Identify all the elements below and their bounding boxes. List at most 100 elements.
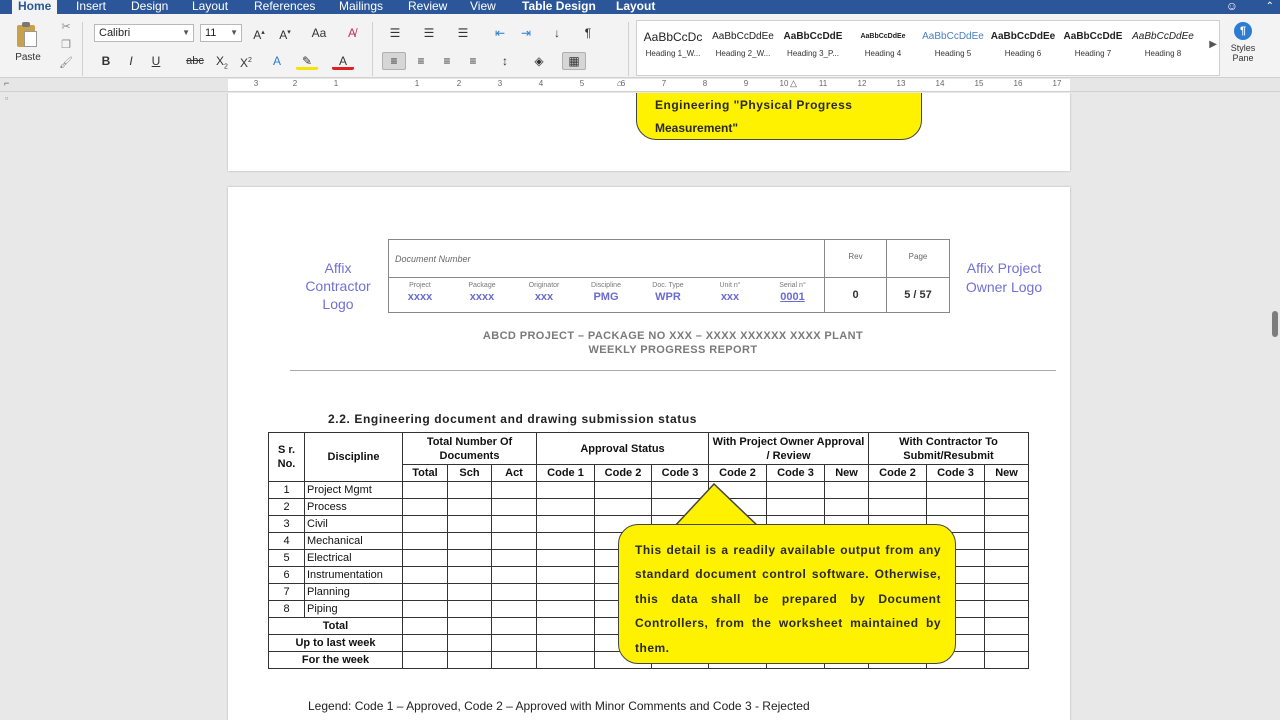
vertical-scrollbar-thumb[interactable] bbox=[1272, 311, 1278, 337]
tab-table-layout[interactable]: Layout bbox=[610, 0, 661, 14]
tab-references[interactable]: References bbox=[248, 0, 321, 14]
increase-indent-icon[interactable]: ⇥ bbox=[516, 24, 536, 42]
report-title-line: ABCD PROJECT – PACKAGE NO XXX – XXXX XXX… bbox=[482, 330, 864, 342]
tab-view[interactable]: View bbox=[464, 0, 502, 14]
numbering-icon[interactable]: ☰ bbox=[418, 24, 440, 42]
callout-document-control[interactable]: This detail is a readily available outpu… bbox=[618, 524, 956, 664]
multilevel-list-icon[interactable]: ☰ bbox=[452, 24, 474, 42]
right-indent-marker-icon[interactable]: △ bbox=[790, 78, 797, 89]
style-name: Heading 4 bbox=[864, 49, 902, 58]
style-heading-1[interactable]: AaBbCcDc Heading 1_W... bbox=[639, 25, 707, 71]
subheader-cell: Code 2 bbox=[868, 464, 927, 482]
callout-physical-progress[interactable]: Engineering "Physical Progress Measureme… bbox=[636, 93, 922, 140]
contractor-logo-placeholder: Affix Contractor Logo bbox=[305, 260, 371, 312]
row-discipline: Process bbox=[304, 498, 403, 516]
change-case-button[interactable]: Aa bbox=[306, 24, 332, 42]
align-left-button[interactable]: ≡ bbox=[382, 52, 406, 70]
ruler-number: 15 bbox=[974, 79, 984, 88]
superscript-button[interactable]: X2 bbox=[236, 52, 256, 70]
ribbon-collapse-caret-icon[interactable]: ⌃ bbox=[1266, 0, 1274, 13]
tab-design[interactable]: Design bbox=[125, 0, 174, 14]
grow-font-button[interactable]: A▴ bbox=[248, 24, 270, 42]
gallery-more-arrow-icon[interactable]: ▶ bbox=[1209, 39, 1217, 50]
header-with-contractor: With Contractor To Submit/Resubmit bbox=[868, 432, 1029, 465]
subheader-cell: New bbox=[824, 464, 869, 482]
field-value: 0001 bbox=[780, 291, 805, 303]
clipboard-icon bbox=[17, 22, 39, 48]
highlight-icon[interactable]: ✎ bbox=[296, 52, 318, 70]
feedback-smiley-icon[interactable]: ☺ bbox=[1226, 0, 1238, 13]
table-row[interactable]: 1 Project Mgmt bbox=[268, 481, 1029, 499]
document-page-current[interactable]: Affix Contractor Logo Affix Project Owne… bbox=[228, 187, 1070, 720]
align-right-button[interactable]: ≡ bbox=[436, 52, 458, 70]
text-effects-icon[interactable]: A bbox=[266, 52, 288, 70]
owner-logo-placeholder: Affix Project Owner Logo bbox=[965, 260, 1043, 295]
page-value: 5 / 57 bbox=[904, 289, 932, 301]
italic-button[interactable]: I bbox=[121, 52, 141, 70]
field-label: Discipline bbox=[591, 282, 621, 289]
shading-icon[interactable]: ◈ bbox=[528, 52, 550, 70]
line-spacing-icon[interactable]: ↕ bbox=[492, 52, 518, 70]
decrease-indent-icon[interactable]: ⇤ bbox=[490, 24, 510, 42]
row-discipline: Electrical bbox=[304, 549, 403, 567]
tab-table-design[interactable]: Table Design bbox=[516, 0, 602, 14]
style-heading-2[interactable]: AaBbCcDdEe Heading 2_W... bbox=[709, 25, 777, 71]
justify-button[interactable]: ≡ bbox=[462, 52, 484, 70]
styles-pane-button[interactable]: ¶ Styles Pane bbox=[1226, 22, 1260, 76]
strikethrough-button[interactable]: abc bbox=[182, 52, 208, 70]
style-heading-3[interactable]: AaBbCcDdE Heading 3_P... bbox=[779, 25, 847, 71]
font-name-select[interactable]: Calibri ▼ bbox=[94, 24, 194, 42]
style-sample: AaBbCcDdEe bbox=[922, 31, 984, 42]
borders-icon[interactable]: ▦ bbox=[562, 52, 586, 70]
table-row[interactable]: 2 Process bbox=[268, 498, 1029, 516]
ruler-number: 1 bbox=[414, 79, 420, 88]
tab-home[interactable]: Home bbox=[12, 0, 58, 14]
horizontal-ruler[interactable]: ⌐ 3 2 1 1 2 3 4 5 6 7 8 9 10 11 12 13 14… bbox=[0, 78, 1280, 92]
subheader-cell: Code 2 bbox=[594, 464, 652, 482]
tab-selector-icon[interactable]: ⌐ bbox=[4, 78, 9, 88]
bullets-icon[interactable]: ☰ bbox=[384, 24, 406, 42]
document-page-previous[interactable]: Engineering "Physical Progress Measureme… bbox=[228, 93, 1070, 171]
style-heading-5[interactable]: AaBbCcDdEe Heading 5 bbox=[919, 25, 987, 71]
callout-text: This detail is a readily available outpu… bbox=[635, 543, 941, 655]
tab-insert[interactable]: Insert bbox=[70, 0, 112, 14]
clear-formatting-icon[interactable]: A̸ bbox=[340, 24, 364, 42]
ruler-number: 9 bbox=[743, 79, 749, 88]
subscript-button[interactable]: X2 bbox=[212, 52, 232, 70]
sort-icon[interactable]: ↓ bbox=[546, 24, 568, 42]
shrink-font-button[interactable]: A▾ bbox=[274, 24, 296, 42]
font-size-select[interactable]: 11 ▼ bbox=[200, 24, 242, 42]
indent-marker-icon[interactable]: ⌂ bbox=[617, 78, 622, 88]
field-label: Serial n° bbox=[779, 282, 806, 289]
copy-icon[interactable]: ❐ bbox=[58, 38, 74, 56]
tab-mailings[interactable]: Mailings bbox=[333, 0, 389, 14]
tab-review[interactable]: Review bbox=[402, 0, 453, 14]
field-label: Originator bbox=[528, 282, 560, 289]
subheader-cell: Code 1 bbox=[536, 464, 595, 482]
cut-icon[interactable]: ✂ bbox=[58, 20, 74, 38]
row-discipline: Planning bbox=[304, 583, 403, 601]
style-name: Heading 3_P... bbox=[787, 49, 839, 58]
field-label: Package bbox=[468, 282, 496, 289]
tab-layout[interactable]: Layout bbox=[186, 0, 234, 14]
align-center-button[interactable]: ≡ bbox=[410, 52, 432, 70]
legend-text: Legend: Code 1 – Approved, Code 2 – Appr… bbox=[308, 699, 810, 713]
underline-button[interactable]: U bbox=[146, 52, 166, 70]
font-color-icon[interactable]: A bbox=[332, 52, 354, 70]
style-heading-8[interactable]: AaBbCcDdEe Heading 8 bbox=[1129, 25, 1197, 71]
row-discipline: Piping bbox=[304, 600, 403, 618]
bold-button[interactable]: B bbox=[96, 52, 116, 70]
style-heading-4[interactable]: AaBbCcDdEe Heading 4 bbox=[849, 25, 917, 71]
format-painter-icon[interactable]: 🖌 bbox=[58, 56, 74, 74]
style-heading-7[interactable]: AaBbCcDdE Heading 7 bbox=[1059, 25, 1127, 71]
rev-value: 0 bbox=[825, 278, 887, 312]
style-heading-6[interactable]: AaBbCcDdEe Heading 6 bbox=[989, 25, 1057, 71]
paragraph-mark-icon[interactable]: ¶ bbox=[578, 24, 598, 42]
field-label: Project bbox=[409, 282, 431, 289]
font-name-value: Calibri bbox=[99, 27, 131, 39]
paste-button[interactable]: Paste bbox=[8, 20, 48, 74]
field-value: WPR bbox=[655, 291, 681, 303]
document-area[interactable]: ▫ Engineering "Physical Progress Measure… bbox=[0, 93, 1280, 720]
ruler-number: 10 bbox=[779, 79, 789, 88]
ribbon-separator bbox=[82, 22, 83, 76]
